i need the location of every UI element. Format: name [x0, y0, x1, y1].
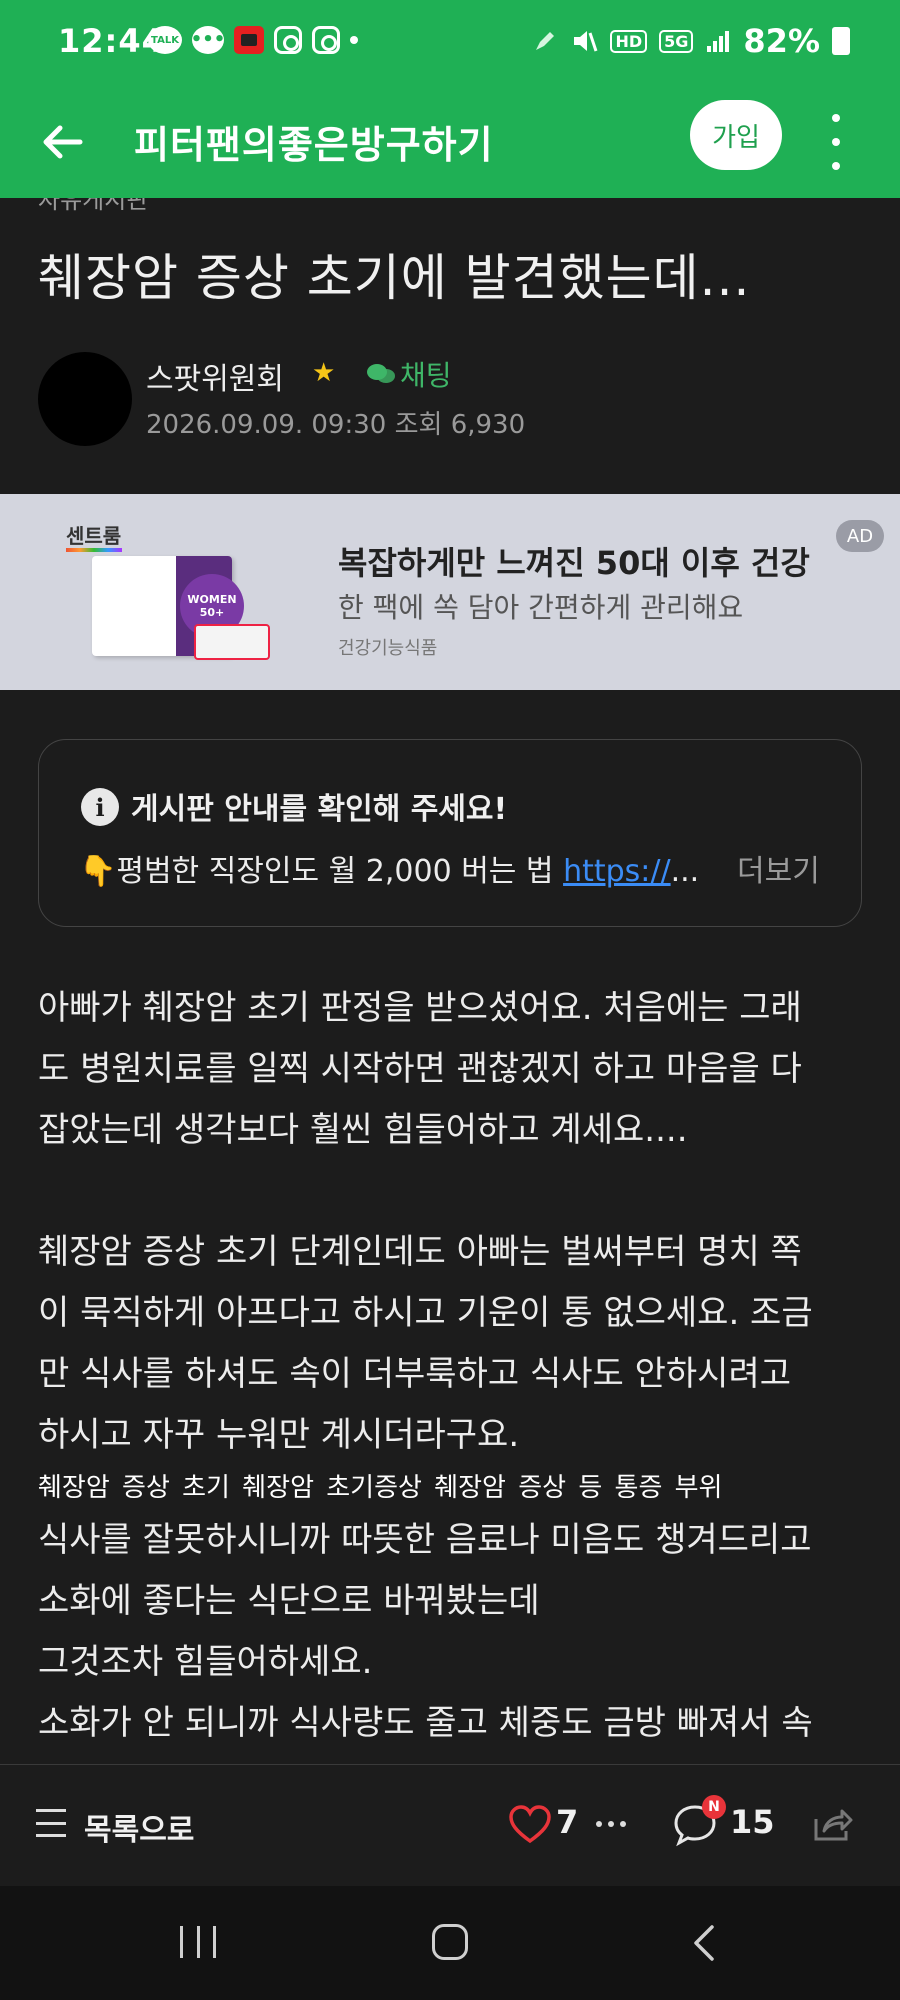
post-meta: 2026.09.09. 09:30 조회 6,930 [146, 404, 525, 441]
post-views: 조회 6,930 [394, 410, 526, 440]
kakaotalk-icon: TALK [148, 26, 182, 54]
system-navigation-bar [0, 1886, 900, 2000]
notice-title: 게시판 안내를 확인해 주세요! [131, 792, 508, 827]
system-back-icon[interactable] [690, 1924, 716, 1962]
share-icon[interactable] [810, 1803, 854, 1845]
chat-bubble-icon: ••• [191, 26, 225, 54]
board-label[interactable]: 자유게시판 [38, 198, 148, 215]
point-down-emoji: 👇 [79, 854, 117, 889]
cafe-title[interactable]: 피터팬의좋은방구하기 [134, 114, 494, 169]
system-icons: HD 5G 82% [532, 22, 850, 60]
more-notifications-dot-icon [350, 36, 358, 44]
chat-link[interactable]: 채팅 [366, 354, 452, 394]
list-icon[interactable] [36, 1809, 66, 1837]
heart-icon[interactable] [508, 1805, 552, 1845]
back-arrow-icon[interactable] [34, 112, 94, 172]
notification-icons: TALK ••• [148, 26, 358, 54]
post-title: 췌장암 증상 초기에 발견했는데... [38, 249, 751, 307]
ad-product-pack [194, 624, 270, 660]
star-icon: ★ [312, 358, 336, 388]
body-paragraph-1: 아빠가 췌장암 초기 판정을 받으셨어요. 처음에는 그래 도 병원치료를 일찍… [38, 988, 802, 1150]
app-bar: 피터팬의좋은방구하기 가입 [0, 88, 900, 198]
notice-link[interactable]: https:// [563, 854, 671, 889]
more-horizontal-icon[interactable] [596, 1821, 626, 1827]
post-body: 아빠가 췌장암 초기 판정을 받으셨어요. 처음에는 그래 도 병원치료를 일찍… [38, 978, 868, 1764]
hd-voice-icon: HD [610, 29, 648, 53]
notice-text: 평범한 직장인도 월 2,000 버는 법 [116, 854, 564, 889]
join-button[interactable]: 가입 [690, 100, 782, 170]
ad-headline: 복잡하게만 느껴진 50대 이후 건강 [338, 544, 810, 582]
app-notification-icon [234, 26, 264, 54]
ad-brand-logo: 센트룸 [66, 520, 123, 552]
body-paragraph-2: 췌장암 증상 초기 단계인데도 아빠는 벌써부터 명치 쪽 이 묵직하게 아프다… [38, 1232, 813, 1455]
post-content[interactable]: 자유게시판 췌장암 증상 초기에 발견했는데... 스팟위원회 ★ 채팅 202… [0, 198, 900, 1764]
battery-icon [832, 27, 850, 55]
pen-icon [536, 32, 555, 50]
author-name[interactable]: 스팟위원회 [146, 354, 284, 398]
instagram-icon [274, 26, 302, 54]
avatar[interactable] [38, 352, 132, 446]
mute-icon [574, 31, 598, 52]
comment-count: 15 [730, 1803, 775, 1841]
bottom-action-bar: 목록으로 7 N 15 [0, 1764, 900, 1886]
board-notice[interactable]: i 게시판 안내를 확인해 주세요! 👇평범한 직장인도 월 2,000 버는 … [38, 739, 862, 927]
recent-apps-icon[interactable] [180, 1926, 216, 1958]
ad-category-tag: 건강기능식품 [338, 638, 438, 659]
ad-badge[interactable]: AD [836, 520, 884, 552]
like-count: 7 [556, 1803, 579, 1841]
body-paragraph-3: 식사를 잘못하시니까 따뜻한 음료나 미음도 챙겨드리고 소화에 좋다는 식단으… [38, 1520, 813, 1743]
info-icon: i [81, 788, 119, 826]
ad-subline: 한 팩에 쏙 담아 간편하게 관리해요 [338, 591, 744, 624]
battery-percent: 82% [743, 22, 820, 60]
network-type-icon: 5G [659, 29, 694, 53]
notice-ellipsis: ... [670, 854, 700, 889]
ad-banner[interactable]: 센트룸 WOMEN 50+ 복잡하게만 느껴진 50대 이후 건강 한 팩에 쏙… [0, 494, 900, 690]
back-to-list-button[interactable]: 목록으로 [84, 1805, 194, 1849]
chat-label: 채팅 [400, 359, 452, 392]
more-options-icon[interactable] [826, 114, 846, 170]
chat-icon [367, 364, 395, 383]
status-bar: 12:44 TALK ••• HD 5G 82% [0, 0, 900, 88]
instagram-icon-2 [312, 26, 340, 54]
notice-more-button[interactable]: 더보기 [737, 846, 820, 890]
new-comment-badge: N [702, 1795, 726, 1819]
signal-icon [707, 31, 730, 52]
keyword-tags[interactable]: 췌장암 증상 초기 췌장암 초기증상 췌장암 증상 등 통증 부위 [38, 1466, 868, 1510]
home-icon[interactable] [432, 1924, 468, 1960]
post-date: 2026.09.09. 09:30 [146, 410, 387, 440]
